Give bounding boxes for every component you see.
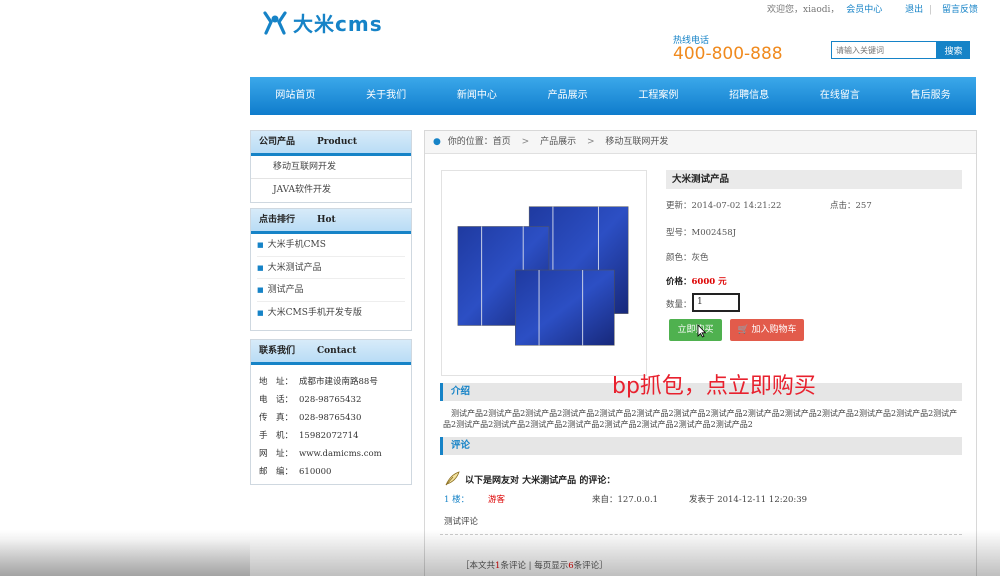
search-input[interactable] — [831, 41, 937, 59]
qty-label: 数量： — [666, 300, 692, 310]
contact-row: 电 话： 028-98765432 — [259, 395, 362, 405]
logout-link[interactable]: 退出 — [905, 5, 923, 15]
search-button[interactable]: 搜索 — [937, 41, 970, 59]
divider — [440, 534, 962, 535]
nav-service[interactable]: 售后服务 — [885, 77, 976, 115]
breadcrumb-home[interactable]: 首页 — [493, 137, 511, 147]
hot-item[interactable]: ■ 测试产品 — [257, 279, 405, 302]
member-center-link[interactable]: 会员中心 — [846, 5, 882, 15]
location-icon: ● — [433, 137, 441, 147]
main-content: ● 你的位置：首页 > 产品展示 > 移动互联网开发 大米测试产品 更新：201… — [424, 130, 977, 576]
quantity-input[interactable]: 1 — [692, 293, 740, 312]
bullet-icon: ■ — [257, 241, 264, 249]
bottom-shadow — [0, 540, 250, 576]
sidebar-contact: 联系我们 Contact 地 址： 成都市建设南路88号 电 话： 028-98765… — [250, 339, 412, 485]
comment-floor: 1 楼： — [444, 495, 470, 505]
divider: | — [929, 5, 933, 15]
bullet-icon: ■ — [257, 263, 264, 272]
bullet-icon: ■ — [257, 308, 264, 317]
chevron-right-icon: > — [586, 137, 595, 147]
main-nav: 网站首页 关于我们 新闻中心 产品展示 工程案例 招聘信息 在线留言 售后服务 — [250, 77, 976, 115]
sidebar-item-mobile[interactable]: 移动互联网开发 — [251, 156, 411, 179]
comment-time: 发表于 2014-12-11 12:20:39 — [689, 495, 808, 505]
search-bar: 搜索 — [831, 41, 970, 59]
sidebar-products: 公司产品 Product 移动互联网开发 JAVA软件开发 — [250, 130, 412, 203]
solar-panel-image — [457, 206, 629, 346]
product-clicks: 点击：257 — [830, 201, 872, 211]
comments-footer: ［本文共1条评论 | 每页显示6条评论］ — [461, 561, 608, 571]
add-to-cart-button[interactable]: 🛒 加入购物车 — [730, 319, 804, 341]
nav-cases[interactable]: 工程案例 — [613, 77, 704, 115]
top-links: 欢迎您，xiaodi， 会员中心 退出 | 留言反馈 — [763, 2, 978, 15]
nav-home[interactable]: 网站首页 — [250, 77, 341, 115]
nav-jobs[interactable]: 招聘信息 — [704, 77, 795, 115]
buy-now-button[interactable]: 立即购买 — [669, 319, 722, 341]
nav-news[interactable]: 新闻中心 — [432, 77, 523, 115]
breadcrumb: ● 你的位置：首页 > 产品展示 > 移动互联网开发 — [425, 131, 976, 154]
contact-info: 地 址： 成都市建设南路88号 电 话： 028-98765432 传 真： 028-… — [251, 365, 411, 481]
product-title: 大米测试产品 — [666, 170, 962, 189]
breadcrumb-products[interactable]: 产品展示 — [540, 137, 576, 147]
chevron-right-icon: > — [521, 137, 530, 147]
product-model: 型号：M002458J — [666, 228, 737, 238]
nav-message[interactable]: 在线留言 — [795, 77, 886, 115]
breadcrumb-current[interactable]: 移动互联网开发 — [605, 137, 668, 147]
hot-item[interactable]: ■ 大米测试产品 — [257, 257, 405, 279]
product-updated: 更新：2014-07-02 14:21:22 — [666, 201, 782, 211]
sidebar-item-java[interactable]: JAVA软件开发 — [251, 179, 411, 202]
bullet-icon: ■ — [257, 286, 264, 294]
contact-row: 邮 编： 610000 — [259, 467, 332, 477]
logo-text: 大米cms — [293, 12, 383, 36]
contact-row: 传 真： 028-98765430 — [259, 413, 362, 423]
annotation-overlay-text: bp抓包，点立即购买 — [612, 374, 816, 399]
comments-section-title: 评论 — [440, 437, 962, 455]
nav-products[interactable]: 产品展示 — [522, 77, 613, 115]
comments-heading: 以下是网友对 大米测试产品 的评论： — [443, 470, 615, 488]
site-logo[interactable]: 大米cms — [262, 8, 383, 37]
mouse-cursor-icon — [697, 324, 707, 338]
nav-about[interactable]: 关于我们 — [341, 77, 432, 115]
price-value: 6000 元 — [691, 277, 727, 287]
product-price: 价格：6000 元 — [666, 277, 727, 287]
comment-user: 游客 — [488, 495, 506, 505]
contact-row: 手 机： 15982072714 — [259, 431, 359, 441]
contact-row: 地 址： 成都市建设南路88号 — [259, 377, 378, 387]
logo-icon — [263, 10, 287, 35]
product-color: 颜色：灰色 — [666, 253, 709, 263]
quill-icon — [445, 471, 460, 486]
sidebar-products-title: 公司产品 Product — [251, 131, 411, 156]
feedback-link[interactable]: 留言反馈 — [942, 5, 978, 15]
sidebar-hot: 点击排行 Hot ■ 大米手机CMS ■ 大米测试产品 ■ 测试产品 ■ 大米CMS手机开… — [250, 208, 412, 331]
sidebar-hot-title: 点击排行 Hot — [251, 209, 411, 234]
cart-icon: 🛒 — [737, 325, 749, 335]
hot-item[interactable]: ■ 大米手机CMS — [257, 234, 405, 257]
hotline-number: 400-800-888 — [673, 44, 783, 64]
welcome-text: 欢迎您，xiaodi， — [767, 5, 840, 15]
hot-item[interactable]: ■ 大米CMS手机开发专版 — [257, 302, 405, 325]
comment-from: 来自：127.0.0.1 — [592, 495, 659, 505]
contact-row: 网 址： www.damicms.com — [259, 449, 382, 459]
comment-content: 测试评论 — [444, 517, 479, 527]
intro-text: 测试产品2测试产品2测试产品2测试产品2测试产品2测试产品2测试产品2测试产品2… — [443, 409, 958, 429]
product-image[interactable] — [441, 170, 647, 376]
sidebar-contact-title: 联系我们 Contact — [251, 340, 411, 365]
